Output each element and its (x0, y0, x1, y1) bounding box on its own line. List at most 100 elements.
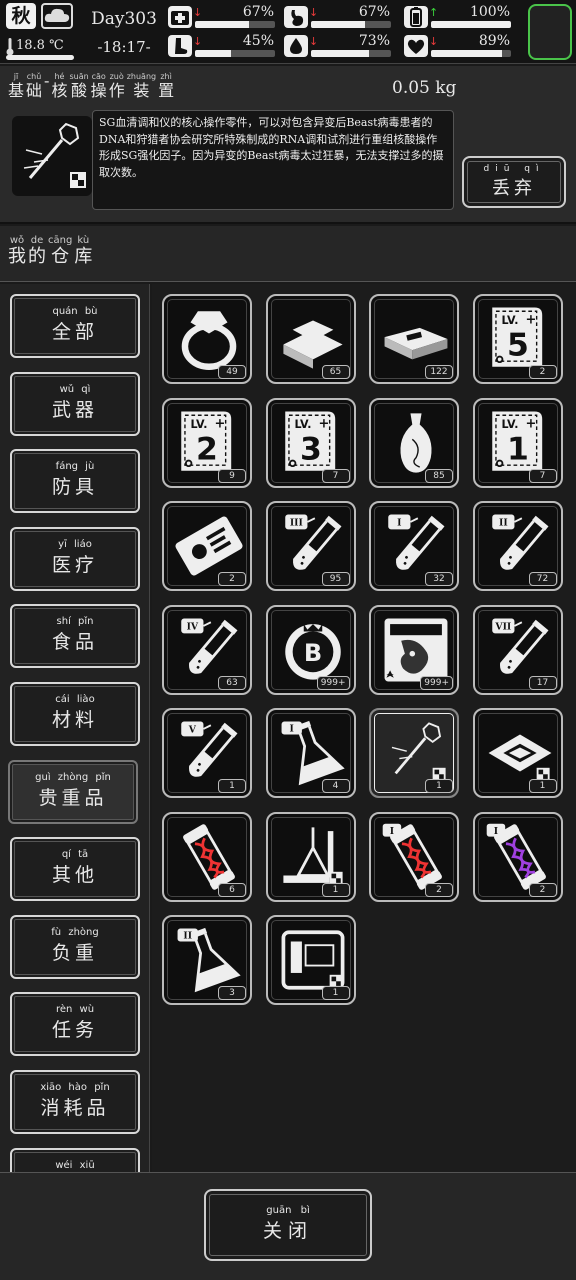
inventory-slot[interactable]: LV. +5 2 (472, 294, 563, 384)
cloud-icon (41, 3, 73, 29)
hanzi: 作 (108, 81, 125, 100)
inventory-slot[interactable]: I2 (369, 811, 459, 902)
item-count: 4 (321, 779, 350, 793)
inventory-slot[interactable]: 65 (265, 294, 356, 384)
inventory-slot[interactable]: 85 (369, 397, 459, 488)
category-tab[interactable]: cái liào 材料 (10, 682, 140, 746)
title-char: kù 库 (74, 236, 92, 268)
title-char: cāng 仓 (48, 236, 72, 268)
category-tab[interactable]: shí pǐn 食品 (10, 604, 140, 669)
inventory-slot[interactable]: IV 63 (162, 604, 252, 695)
item-count: 6 (218, 882, 246, 897)
inventory-slot[interactable]: B 999+ (265, 604, 356, 695)
inventory-slot[interactable]: 999+ (369, 604, 459, 695)
svg-text:5: 5 (507, 328, 529, 364)
hanzi: 操 (90, 81, 107, 100)
inventory-slot[interactable]: I4 (265, 708, 356, 798)
inventory-slot[interactable]: I 32 (369, 501, 459, 591)
inventory-slot[interactable]: 1 (265, 811, 356, 902)
item-count: 2 (218, 572, 246, 586)
category-tab[interactable]: quán bù 全部 (10, 294, 140, 358)
inventory-slot[interactable]: 1 (369, 708, 459, 798)
hanzi: 库 (74, 246, 93, 267)
inventory-slot[interactable]: VII 17 (472, 604, 563, 695)
item-count: 9 (218, 468, 246, 483)
item-count: 122 (425, 365, 453, 379)
status-bar: 秋 18.8 ℃ Day303 -18:17- ↓ 67% ↓ 67% ↑ 100% ↓ 45… (0, 0, 576, 64)
title-char: cāo 操 (91, 72, 107, 100)
inventory-slot[interactable]: LV. +2 9 (162, 397, 252, 488)
category-pinyin: shí pǐn (56, 616, 94, 628)
item-description: SG血清调和仪的核心操作零件，可以对包含异变后Beast病毒患者的DNA和狩猎者… (92, 110, 454, 210)
inventory-slot[interactable]: 2 (162, 501, 252, 591)
svg-text:I: I (493, 825, 497, 836)
day-counter: Day303 (91, 9, 157, 29)
item-count: 95 (321, 572, 350, 586)
svg-text:II: II (183, 931, 192, 942)
quick-slot[interactable] (528, 4, 572, 60)
close-button[interactable]: guān bì 关闭 (204, 1189, 372, 1261)
category-label: 消耗品 (40, 1097, 110, 1119)
temperature-value: 18.8 ℃ (16, 38, 64, 53)
pinyin: kù (77, 235, 90, 246)
category-tab[interactable]: xiāo hào pǐn 消耗品 (10, 1070, 140, 1134)
stat-value: 45% (242, 33, 274, 49)
category-tab[interactable]: rèn wù 任务 (10, 992, 140, 1057)
svg-text:I: I (390, 825, 394, 836)
svg-text:IV: IV (187, 621, 199, 632)
inventory-slot[interactable]: II 72 (472, 501, 563, 591)
stat-trend-arrow: ↓ (193, 6, 203, 19)
bottom-bar: guān bì 关闭 (0, 1172, 576, 1280)
category-tab[interactable]: qí tā 其他 (10, 837, 140, 902)
inventory-slot[interactable]: 49 (162, 294, 252, 384)
inventory-slot[interactable]: V1 (162, 708, 252, 798)
item-weight: 0.05 kg (392, 78, 457, 98)
item-count: 85 (425, 468, 453, 483)
discard-button[interactable]: diū qì 丢弃 (462, 156, 566, 208)
item-count: 17 (528, 675, 557, 690)
category-pinyin: wǔ qì (59, 383, 91, 395)
inventory-slot[interactable]: LV. +1 7 (472, 397, 563, 488)
category-tab[interactable]: wéi xiū (10, 1147, 140, 1172)
category-pinyin: fáng jù (55, 461, 95, 473)
stat-mood: ↓ 89% (404, 33, 514, 59)
inventory-slot[interactable]: 122 (369, 294, 459, 384)
item-count: 999+ (420, 675, 453, 690)
category-tab[interactable]: fáng jù 防具 (10, 449, 140, 514)
hanzi: 置 (158, 81, 175, 100)
stat-bar (431, 50, 511, 57)
stat-bar (311, 21, 391, 28)
hanzi: 基 (8, 81, 25, 100)
category-tab[interactable]: wǔ qì 武器 (10, 371, 140, 436)
inventory-slot[interactable]: 1 (265, 915, 356, 1005)
hanzi: 的 (28, 246, 46, 267)
inventory-grid: 49 65 122 LV. +5 2 LV. +2 9 LV. +3 7 85 LV. +1 7 2 III 95 I… (152, 284, 576, 1172)
svg-text:+: + (215, 416, 226, 431)
foot-icon (168, 35, 192, 57)
discard-pinyin: diū qì (483, 164, 545, 174)
item-count: 1 (321, 882, 350, 897)
inventory-slot[interactable]: LV. +3 7 (265, 397, 356, 488)
inventory-slot[interactable]: I2 (472, 811, 563, 902)
inventory-slot[interactable]: 1 (472, 708, 563, 798)
inventory-slot[interactable]: II 3 (162, 915, 252, 1005)
water-drop-icon (284, 35, 308, 57)
temperature-display: 18.8 ℃ (6, 36, 76, 60)
stat-trend-arrow: ↓ (429, 35, 439, 48)
title-char: zuò 作 (109, 72, 125, 100)
title-char: de 的 (28, 236, 46, 268)
inventory-slot[interactable]: 6 (162, 811, 252, 902)
stat-trend-arrow: ↑ (429, 6, 439, 19)
category-sidebar[interactable]: quán bù 全部 wǔ qì 武器 fáng jù 防具 yī liáo 医疗 shí pǐ… (0, 284, 150, 1172)
stat-bar (195, 50, 275, 57)
inventory-slot[interactable]: III 95 (265, 501, 356, 591)
season-badge: 秋 (6, 3, 36, 29)
warehouse-title: wǒ 我 de 的 cāng 仓 kù 库 (8, 236, 94, 268)
svg-text:LV.: LV. (294, 418, 311, 431)
svg-text:LV.: LV. (191, 418, 208, 431)
item-count: 1 (321, 986, 350, 1000)
category-tab[interactable]: guì zhòng pǐn 贵重品 (8, 759, 138, 824)
category-tab[interactable]: fù zhòng 负重 (10, 914, 140, 979)
stat-trend-arrow: ↓ (309, 35, 319, 48)
category-tab[interactable]: yī liáo 医疗 (10, 526, 140, 591)
